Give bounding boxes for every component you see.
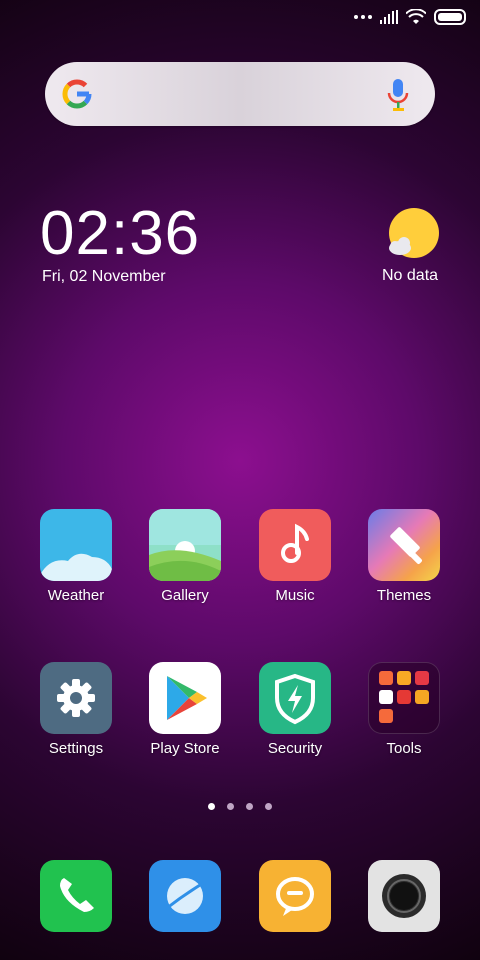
- google-search-bar[interactable]: [45, 62, 435, 126]
- settings-gear-icon[interactable]: [40, 662, 112, 734]
- page-dot[interactable]: [246, 803, 253, 810]
- phone-icon[interactable]: [40, 860, 112, 932]
- app-label: Themes: [376, 587, 432, 604]
- app-settings[interactable]: Settings: [21, 662, 131, 757]
- page-indicator[interactable]: [0, 803, 480, 810]
- clock-date[interactable]: Fri, 02 November: [42, 268, 166, 286]
- music-app-icon[interactable]: [259, 509, 331, 581]
- microphone-icon[interactable]: [387, 78, 409, 112]
- page-dot[interactable]: [265, 803, 272, 810]
- more-indicator-icon: [354, 15, 372, 19]
- signal-icon: [380, 10, 398, 24]
- themes-app-icon[interactable]: [368, 509, 440, 581]
- app-label: Play Store: [150, 740, 220, 757]
- app-label: Gallery: [161, 587, 209, 604]
- app-weather[interactable]: Weather: [21, 509, 131, 604]
- weather-sun-cloud-icon[interactable]: [386, 208, 440, 262]
- app-gallery[interactable]: Gallery: [130, 509, 240, 604]
- status-bar: [354, 6, 466, 28]
- app-label: Tools: [386, 740, 422, 757]
- app-label: Settings: [48, 740, 104, 757]
- wifi-icon: [406, 9, 426, 24]
- app-label: Weather: [47, 587, 105, 604]
- battery-icon: [434, 9, 466, 25]
- app-label: Music: [275, 587, 315, 604]
- dock: [0, 860, 480, 932]
- tools-folder-icon[interactable]: [368, 662, 440, 734]
- messages-icon[interactable]: [259, 860, 331, 932]
- app-label: Security: [267, 740, 323, 757]
- page-dot-active[interactable]: [208, 803, 215, 810]
- browser-icon[interactable]: [149, 860, 221, 932]
- google-logo-icon: [62, 79, 92, 109]
- weather-app-icon[interactable]: [40, 509, 112, 581]
- gallery-app-icon[interactable]: [149, 509, 221, 581]
- play-store-icon[interactable]: [149, 662, 221, 734]
- folder-tools[interactable]: Tools: [349, 662, 459, 757]
- page-dot[interactable]: [227, 803, 234, 810]
- app-security[interactable]: Security: [240, 662, 350, 757]
- clock-time[interactable]: 02:36: [40, 198, 200, 270]
- weather-status-text: No data: [382, 267, 439, 284]
- app-themes[interactable]: Themes: [349, 509, 459, 604]
- app-music[interactable]: Music: [240, 509, 350, 604]
- security-shield-icon[interactable]: [259, 662, 331, 734]
- camera-icon[interactable]: [368, 860, 440, 932]
- app-play-store[interactable]: Play Store: [130, 662, 240, 757]
